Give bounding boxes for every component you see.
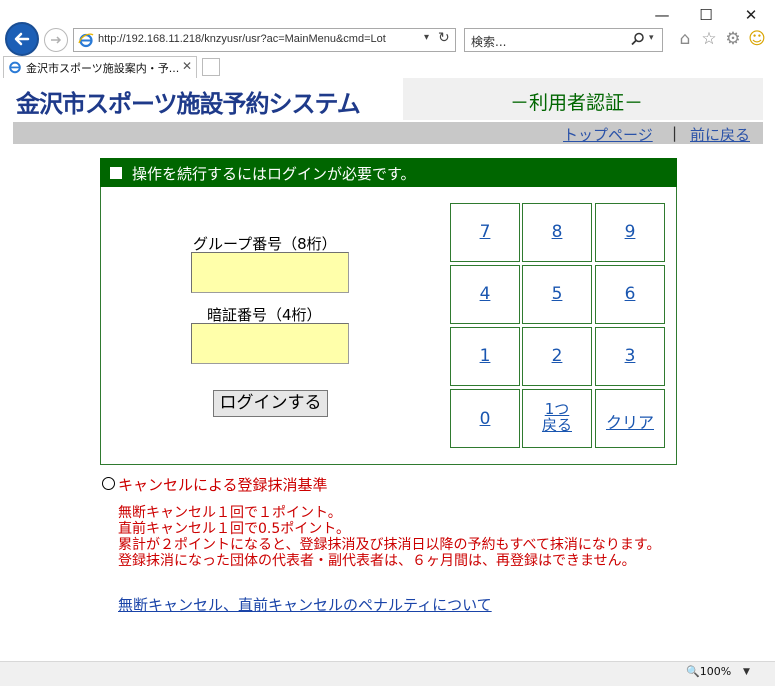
pin-input[interactable] xyxy=(191,323,349,364)
site-logo: 金沢市スポーツ施設予約システム xyxy=(16,90,361,118)
tab-ie-icon xyxy=(9,61,21,74)
circle-bullet-icon xyxy=(102,477,115,490)
key-label: 1 xyxy=(479,346,491,366)
forward-button[interactable] xyxy=(44,28,68,52)
tab-close-icon[interactable]: ✕ xyxy=(182,59,192,73)
key-label: 9 xyxy=(624,222,636,242)
key-label: 6 xyxy=(624,284,636,304)
keypad-clear-button[interactable]: クリア xyxy=(595,389,665,448)
search-icon[interactable] xyxy=(631,32,645,46)
key-label-line2: 戻る xyxy=(541,416,572,434)
cancel-rule-1: 無断キャンセル１回で１ポイント。 xyxy=(118,505,342,521)
keypad-key-7[interactable]: 7 xyxy=(450,203,520,262)
settings-gear-icon[interactable]: ⚙ xyxy=(722,28,744,50)
group-number-input[interactable] xyxy=(191,252,349,293)
pin-label: 暗証番号（4桁） xyxy=(207,306,322,324)
forward-arrow-icon xyxy=(51,36,62,44)
keypad-key-6[interactable]: 6 xyxy=(595,265,665,324)
login-panel-header: 操作を続行するにはログインが必要です。 xyxy=(100,158,677,187)
cancel-rule-3: 累計が２ポイントになると、登録抹消及び抹消日以降の予約もすべて抹消になります。登… xyxy=(118,537,661,569)
keypad-key-5[interactable]: 5 xyxy=(522,265,592,324)
minimize-button[interactable]: — xyxy=(642,2,682,28)
status-bar xyxy=(0,661,775,686)
search-box[interactable]: 検索... ▾ xyxy=(464,28,663,52)
tab-title: 金沢市スポーツ施設案内・予... xyxy=(26,62,180,75)
group-number-label: グループ番号（8桁） xyxy=(193,235,337,253)
favorites-star-icon[interactable]: ☆ xyxy=(698,28,720,50)
login-panel-title: 操作を続行するにはログインが必要です。 xyxy=(132,165,416,183)
home-icon[interactable]: ⌂ xyxy=(674,28,696,50)
back-arrow-icon xyxy=(14,32,30,46)
keypad-key-3[interactable]: 3 xyxy=(595,327,665,386)
cancel-rules-heading: キャンセルによる登録抹消基準 xyxy=(118,476,328,494)
keypad-key-9[interactable]: 9 xyxy=(595,203,665,262)
key-label: 2 xyxy=(551,346,563,366)
page-subtitle: －利用者認証－ xyxy=(510,92,644,114)
keypad-key-4[interactable]: 4 xyxy=(450,265,520,324)
login-button[interactable]: ログインする xyxy=(213,390,328,417)
back-link[interactable]: 前に戻る xyxy=(690,124,750,145)
ie-logo-icon xyxy=(78,33,94,48)
key-label: 4 xyxy=(479,284,491,304)
keypad-key-8[interactable]: 8 xyxy=(522,203,592,262)
search-dropdown-icon[interactable]: ▾ xyxy=(649,33,654,43)
key-label: 8 xyxy=(551,222,563,242)
key-label: 5 xyxy=(551,284,563,304)
cancel-rule-2: 直前キャンセル１回で0.5ポイント。 xyxy=(118,521,350,537)
maximize-button[interactable]: ☐ xyxy=(686,2,726,28)
key-label: クリア xyxy=(605,413,654,432)
feedback-smiley-icon[interactable]: ☺ xyxy=(746,28,768,50)
window-titlebar: — ☐ ✕ xyxy=(0,0,775,30)
top-page-link[interactable]: トップページ xyxy=(563,124,653,145)
keypad-back-one-button[interactable]: 1つ 戻る xyxy=(522,389,592,448)
key-label: 3 xyxy=(624,346,636,366)
zoom-value: 100% xyxy=(699,665,732,678)
zoom-magnifier-icon: 🔍 xyxy=(686,665,700,678)
key-label: 7 xyxy=(479,222,491,242)
refresh-icon[interactable]: ↻ xyxy=(438,30,450,46)
tab-bar: 金沢市スポーツ施設案内・予... ✕ xyxy=(0,56,775,78)
key-label: 0 xyxy=(479,409,491,429)
address-bar[interactable]: http://192.168.11.218/knzyusr/usr?ac=Mai… xyxy=(73,28,456,52)
search-placeholder: 検索... xyxy=(471,35,507,49)
keypad-key-2[interactable]: 2 xyxy=(522,327,592,386)
keypad-key-0[interactable]: 0 xyxy=(450,389,520,448)
square-bullet-icon xyxy=(110,167,122,179)
keypad-key-1[interactable]: 1 xyxy=(450,327,520,386)
penalty-info-link[interactable]: 無断キャンセル、直前キャンセルのペナルティについて xyxy=(118,594,492,615)
zoom-level[interactable]: 🔍100% xyxy=(686,665,731,678)
key-label-line1: 1つ xyxy=(544,400,570,418)
zoom-dropdown-icon[interactable]: ▼ xyxy=(743,667,750,677)
link-separator: | xyxy=(672,124,678,142)
tab-active[interactable]: 金沢市スポーツ施設案内・予... ✕ xyxy=(3,56,197,78)
close-window-button[interactable]: ✕ xyxy=(731,2,771,28)
new-tab-button[interactable] xyxy=(202,58,220,76)
url-text: http://192.168.11.218/knzyusr/usr?ac=Mai… xyxy=(98,33,386,45)
back-button[interactable] xyxy=(5,22,39,56)
address-dropdown-icon[interactable]: ▾ xyxy=(424,32,429,43)
